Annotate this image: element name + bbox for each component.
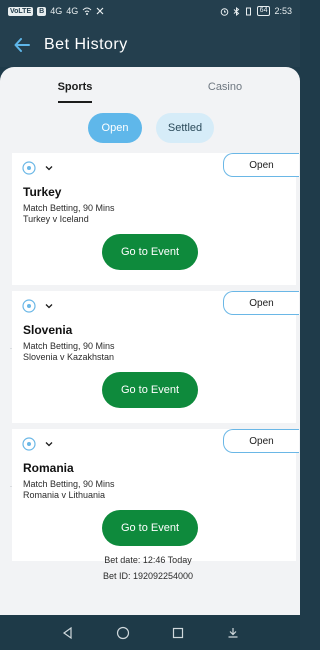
filter-open-button[interactable]: Open <box>88 113 142 143</box>
bet-card-body: Open Romania Match Betting, 90 Mins Roma… <box>12 429 299 561</box>
bet-card: Open Romania Match Betting, 90 Mins Roma… <box>12 429 299 561</box>
system-nav-bar <box>0 615 300 650</box>
bluetooth-icon <box>233 6 239 16</box>
bet-list[interactable]: Open Turkey Match Betting, 90 Mins Turke… <box>0 151 300 615</box>
filter-settled-button[interactable]: Settled <box>156 113 214 143</box>
chevron-down-icon[interactable] <box>44 439 54 449</box>
go-to-event-button[interactable]: Go to Event <box>102 372 198 408</box>
chevron-down-icon[interactable] <box>44 163 54 173</box>
alarm-icon <box>220 7 228 16</box>
bet-selection: Romania <box>23 461 74 475</box>
download-tray-icon <box>228 627 237 638</box>
bet-card-body: Open Turkey Match Betting, 90 Mins Turke… <box>12 153 299 285</box>
volte-badge: VoLTE <box>8 6 34 16</box>
football-icon <box>22 161 36 175</box>
signal-4g-label-2: 4G <box>66 6 79 16</box>
bet-date: Bet date: 12:46 Today <box>104 555 192 565</box>
tab-sports[interactable]: Sports <box>0 67 150 107</box>
wifi-icon <box>82 7 92 15</box>
bet-event: Slovenia v Kazakhstan <box>23 352 115 362</box>
bet-card: Open Turkey Match Betting, 90 Mins Turke… <box>12 153 299 285</box>
nav-recents-button[interactable] <box>168 623 188 643</box>
battery-indicator: 64 <box>256 6 271 16</box>
circle-home-icon <box>116 626 129 639</box>
category-tabs: Sports Casino <box>0 67 300 107</box>
status-filter: Open Settled <box>0 113 300 145</box>
bet-event: Romania v Lithuania <box>23 490 106 500</box>
bet-id: Bet ID: 192092254000 <box>102 571 194 581</box>
status-bar: VoLTE B 4G 4G 64 2:53 <box>0 0 300 22</box>
status-left: VoLTE B 4G 4G <box>8 6 104 16</box>
signal-4g-label: 4G <box>50 6 63 16</box>
bet-event: Turkey v Iceland <box>23 214 89 224</box>
clock: 2:53 <box>274 6 292 16</box>
square-recents-icon <box>172 627 183 638</box>
bet-card-body: Open Slovenia Match Betting, 90 Mins Slo… <box>12 291 299 423</box>
bet-status-tag: Open <box>223 429 299 453</box>
vibrate-icon <box>245 7 251 15</box>
nav-home-button[interactable] <box>113 623 133 643</box>
go-to-event-button[interactable]: Go to Event <box>102 510 198 546</box>
bet-selection: Slovenia <box>23 323 73 337</box>
nav-back-button[interactable] <box>58 623 78 643</box>
page-title: Bet History <box>44 35 128 53</box>
tab-casino[interactable]: Casino <box>150 67 300 107</box>
back-button[interactable] <box>0 22 44 67</box>
network-badge: B <box>37 6 47 16</box>
nav-notification-button[interactable] <box>223 623 243 643</box>
bet-status-tag: Open <box>223 153 299 177</box>
chevron-down-icon[interactable] <box>44 301 54 311</box>
status-right: 64 2:53 <box>220 6 292 16</box>
bet-market: Match Betting, 90 Mins <box>23 341 115 351</box>
arrow-left-icon <box>14 37 30 52</box>
bet-market: Match Betting, 90 Mins <box>23 479 115 489</box>
football-icon <box>22 299 36 313</box>
bet-market: Match Betting, 90 Mins <box>23 203 115 213</box>
triangle-back-icon <box>62 626 72 639</box>
x-logo-icon <box>96 7 104 15</box>
bet-card: Open Slovenia Match Betting, 90 Mins Slo… <box>12 291 299 423</box>
bet-selection: Turkey <box>23 185 62 199</box>
app-header: Bet History <box>0 22 300 67</box>
football-icon <box>22 437 36 451</box>
bet-status-tag: Open <box>223 291 299 315</box>
go-to-event-button[interactable]: Go to Event <box>102 234 198 270</box>
content-sheet: Sports Casino Open Settled Open Turkey M… <box>0 67 300 615</box>
